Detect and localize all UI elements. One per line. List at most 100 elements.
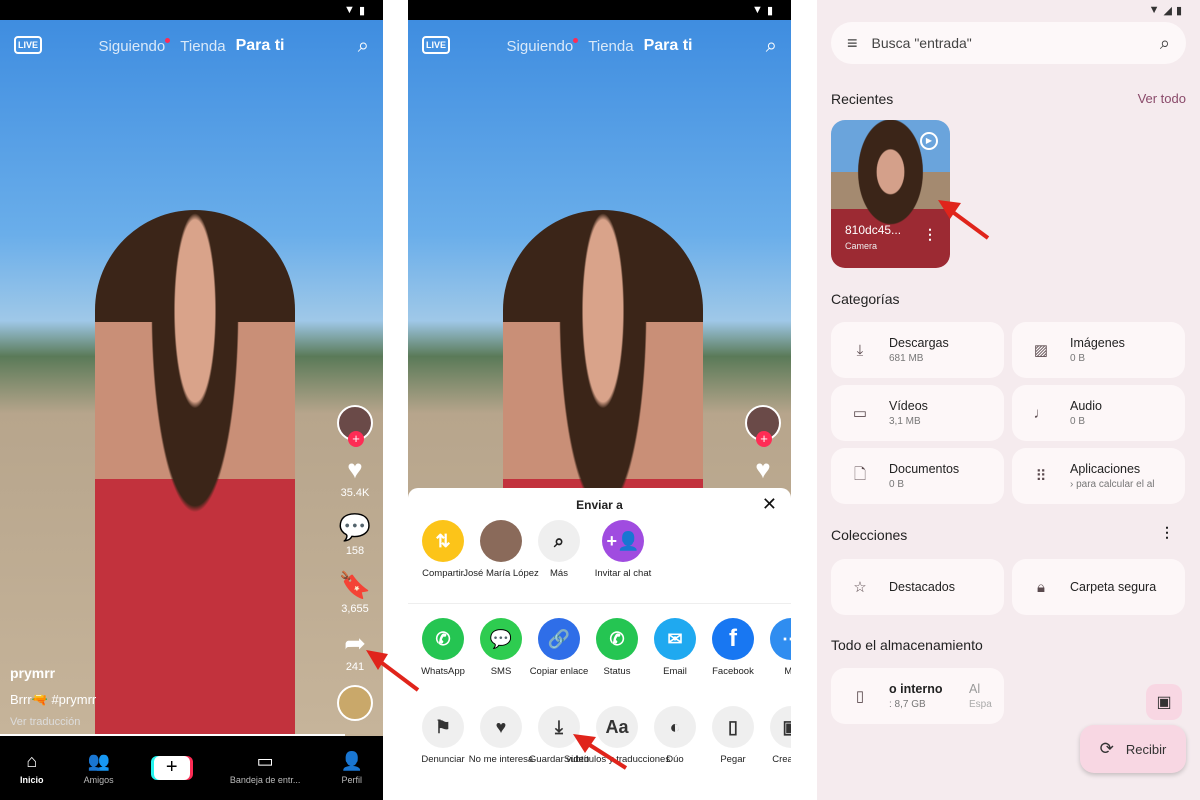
share-whatsapp[interactable]: ✆ WhatsApp <box>414 618 472 678</box>
nav-profile[interactable]: 👤 Perfil <box>341 751 363 785</box>
tab-shop[interactable]: Tienda <box>180 38 225 55</box>
tab-for-you[interactable]: Para ti <box>644 37 693 55</box>
share-sms[interactable]: 💬 SMS <box>472 618 530 678</box>
more-contacts[interactable]: ⌕ Más <box>530 520 588 580</box>
invite-chat[interactable]: +👤 Invitar al chat <box>588 520 658 580</box>
video-player[interactable] <box>0 20 383 770</box>
heart-icon[interactable]: ♥ <box>755 455 770 483</box>
document-icon: 🗋 <box>853 465 867 483</box>
sync-icon: ⟳ <box>1099 739 1114 758</box>
share-facebook[interactable]: f Facebook <box>704 618 762 678</box>
close-icon[interactable]: ✕ <box>762 494 777 515</box>
nav-inbox[interactable]: ▭ Bandeja de entr... <box>230 751 301 785</box>
username[interactable]: prymrr <box>10 665 55 681</box>
tiktok-feed-screen: ▼ ▮ LIVE Siguiendo Tienda Para ti ⌕ + ♥ 35… <box>0 0 383 800</box>
star-icon: ☆ <box>853 579 867 596</box>
category-documents[interactable]: 🗋 Documentos 0 B <box>831 448 1004 504</box>
share-status[interactable]: ✆ Status <box>588 618 646 678</box>
more-vert-icon[interactable]: ⋮ <box>1160 524 1174 541</box>
signal-icon: ◢ <box>1163 4 1172 17</box>
stitch-button[interactable]: ▯ Pegar <box>704 706 762 766</box>
search-icon[interactable]: ⌕ <box>1160 33 1170 54</box>
tab-following[interactable]: Siguiendo <box>99 37 171 55</box>
search-icon[interactable]: ⌕ <box>358 35 369 58</box>
whatsapp-icon: ✆ <box>422 618 464 660</box>
more-vert-icon[interactable]: ⋮ <box>923 226 937 243</box>
create-sticker-button[interactable]: ▣Crea stic <box>762 706 791 766</box>
category-audio[interactable]: ♩ Audio 0 B <box>1012 385 1185 441</box>
download-icon: ⤓ <box>538 706 580 748</box>
save-count: 3,655 <box>341 603 369 615</box>
share-icon[interactable]: ➦ <box>344 629 366 657</box>
more-icon: ⋯ <box>770 618 791 660</box>
sheet-title: Enviar a <box>576 498 623 512</box>
battery-icon: ▮ <box>1175 4 1182 17</box>
search-input[interactable]: Busca "entrada" <box>872 35 1146 51</box>
follow-plus-icon[interactable]: + <box>348 431 364 447</box>
download-icon: ⤓ <box>856 341 864 359</box>
stitch-icon: ▯ <box>712 706 754 748</box>
files-app-screen: ▼ ◢ ▮ ≡ Busca "entrada" ⌕ Recientes Ver to… <box>817 0 1200 800</box>
heart-icon[interactable]: ♥ <box>347 455 362 483</box>
receive-button[interactable]: ⟳ Recibir <box>1080 725 1186 773</box>
menu-icon[interactable]: ≡ <box>847 33 858 54</box>
creator-avatar[interactable]: + <box>337 405 373 447</box>
scan-document-button[interactable]: ▣ <box>1146 684 1182 720</box>
caption: Brrr🔫 #prymrr <box>10 692 97 707</box>
report-button[interactable]: ⚑ Denunciar <box>414 706 472 766</box>
copy-link[interactable]: 🔗 Copiar enlace <box>530 618 588 678</box>
profile-icon: 👤 <box>340 751 363 771</box>
comment-count: 158 <box>345 545 365 557</box>
duet-icon: ◐ <box>654 706 696 748</box>
search-bar[interactable]: ≡ Busca "entrada" ⌕ <box>831 22 1186 64</box>
nav-friends[interactable]: 👥 Amigos <box>84 751 114 785</box>
search-icon[interactable]: ⌕ <box>766 35 777 58</box>
category-images[interactable]: ▨ Imágenes 0 B <box>1012 322 1185 378</box>
duet-button[interactable]: ◐ Dúo <box>646 706 704 766</box>
collection-starred[interactable]: ☆ Destacados <box>831 559 1004 615</box>
notification-dot <box>165 37 171 43</box>
sound-disc[interactable] <box>337 685 373 721</box>
category-videos[interactable]: ▭ Vídeos 3,1 MB <box>831 385 1004 441</box>
tab-following[interactable]: Siguiendo <box>507 37 579 55</box>
creator-avatar[interactable]: + <box>745 405 781 447</box>
inbox-icon: ▭ <box>256 751 274 771</box>
link-icon: 🔗 <box>538 618 580 660</box>
like-count: 35.4K <box>340 487 370 499</box>
category-downloads[interactable]: ⤓ Descargas 681 MB <box>831 322 1004 378</box>
apps-row: ✆ WhatsApp 💬 SMS 🔗 Copiar enlace ✆ Status ✉ E… <box>414 618 791 678</box>
collections-heading: Colecciones <box>831 527 908 543</box>
follow-plus-icon[interactable]: + <box>756 431 772 447</box>
recent-video-thumbnail[interactable]: ▶ 810dc45... Camera ⋮ <box>831 120 950 268</box>
image-icon: ▨ <box>1033 342 1049 359</box>
tab-for-you[interactable]: Para ti <box>236 37 285 55</box>
contact-jose[interactable]: José María López <box>463 520 539 580</box>
create-button[interactable]: + <box>153 756 190 780</box>
share-email[interactable]: ✉ Email <box>646 618 704 678</box>
file-source: Camera <box>845 241 878 251</box>
text-icon: Aa <box>596 706 638 748</box>
bookmark-icon[interactable]: 🔖 <box>339 571 371 599</box>
comment-icon[interactable]: 💬 <box>339 513 371 541</box>
subtitles-button[interactable]: Aa Subtítulos y traducciones <box>564 706 670 766</box>
contacts-row: ⇅ Compartir José María López ⌕ Más +👤 Invit… <box>414 520 658 580</box>
nav-home[interactable]: ⌂ Inicio <box>20 751 44 785</box>
tab-shop[interactable]: Tienda <box>588 38 633 55</box>
internal-storage-card[interactable]: ▯ o interno: 8,7 GB Al Espa <box>831 668 1004 724</box>
document-scanner-icon: ▣ <box>1156 694 1172 711</box>
not-interested-button[interactable]: ♥ No me interesa <box>469 706 533 766</box>
category-apps[interactable]: ⠿ Aplicaciones › para calcular el al <box>1012 448 1185 504</box>
bottom-nav: ⌂ Inicio 👥 Amigos + ▭ Bandeja de entr... 👤 P… <box>0 736 383 800</box>
see-all-link[interactable]: Ver todo <box>1138 91 1186 106</box>
share-more[interactable]: ⋯Ma <box>762 618 791 678</box>
battery-icon: ▮ <box>766 4 773 17</box>
translate-link[interactable]: Ver traducción <box>10 716 80 728</box>
sticker-icon: ▣ <box>770 706 791 748</box>
feed-tabs: Siguiendo Tienda Para ti <box>408 34 791 58</box>
lock-icon: 🔒︎ <box>1037 578 1045 596</box>
collection-safe-folder[interactable]: 🔒︎ Carpeta segura <box>1012 559 1185 615</box>
recent-heading: Recientes <box>831 91 894 107</box>
divider <box>408 603 791 604</box>
battery-icon: ▮ <box>358 4 365 17</box>
apps-grid-icon: ⠿ <box>1035 468 1047 485</box>
